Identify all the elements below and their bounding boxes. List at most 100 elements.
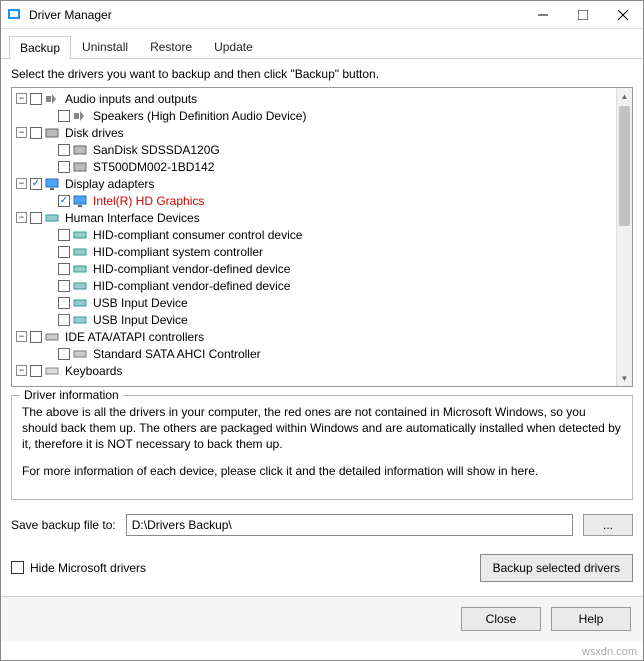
node-label: Disk drives <box>65 126 124 140</box>
node-label: USB Input Device <box>93 313 188 327</box>
tree-node-intel-hd[interactable]: Intel(R) HD Graphics <box>14 192 616 209</box>
node-label: IDE ATA/ATAPI controllers <box>65 330 204 344</box>
minimize-button[interactable] <box>523 1 563 29</box>
hid-icon <box>73 263 89 275</box>
node-label: Human Interface Devices <box>65 211 200 225</box>
browse-button[interactable]: ... <box>583 514 633 536</box>
checkbox[interactable] <box>58 348 70 360</box>
checkbox[interactable] <box>58 144 70 156</box>
hid-icon <box>73 280 89 292</box>
tree-node-speakers[interactable]: Speakers (High Definition Audio Device) <box>14 107 616 124</box>
checkbox-box[interactable] <box>11 561 24 574</box>
checkbox-checked[interactable] <box>58 195 70 207</box>
collapse-icon[interactable]: − <box>16 365 27 376</box>
help-button[interactable]: Help <box>551 607 631 631</box>
scroll-up-button[interactable]: ▲ <box>617 88 632 104</box>
save-to-row: Save backup file to: ... <box>11 514 633 536</box>
collapse-icon[interactable]: − <box>16 331 27 342</box>
tab-update[interactable]: Update <box>203 35 264 58</box>
scroll-down-button[interactable]: ▼ <box>617 370 632 386</box>
tree-node-hid-vendor1[interactable]: HID-compliant vendor-defined device <box>14 260 616 277</box>
hide-ms-drivers-checkbox[interactable]: Hide Microsoft drivers <box>11 561 146 575</box>
node-label: Audio inputs and outputs <box>65 92 197 106</box>
ide-icon <box>45 331 61 343</box>
collapse-icon[interactable]: − <box>16 178 27 189</box>
checkbox[interactable] <box>58 161 70 173</box>
checkbox[interactable] <box>30 212 42 224</box>
node-label: Intel(R) HD Graphics <box>93 194 204 208</box>
app-icon <box>7 7 23 23</box>
audio-icon <box>45 93 61 105</box>
speaker-icon <box>73 110 89 122</box>
tree-node-disk[interactable]: − Disk drives <box>14 124 616 141</box>
node-label: SanDisk SDSSDA120G <box>93 143 220 157</box>
display-icon <box>45 178 61 190</box>
checkbox[interactable] <box>58 246 70 258</box>
vertical-scrollbar[interactable]: ▲ ▼ <box>616 88 632 386</box>
info-title: Driver information <box>20 388 123 402</box>
disk-icon <box>73 161 89 173</box>
collapse-icon[interactable]: − <box>16 212 27 223</box>
hid-icon <box>73 246 89 258</box>
collapse-icon[interactable]: − <box>16 127 27 138</box>
tree-node-sandisk[interactable]: SanDisk SDSSDA120G <box>14 141 616 158</box>
tab-uninstall[interactable]: Uninstall <box>71 35 139 58</box>
checkbox[interactable] <box>58 280 70 292</box>
close-dialog-button[interactable]: Close <box>461 607 541 631</box>
info-paragraph: The above is all the drivers in your com… <box>22 404 622 453</box>
ide-icon <box>73 348 89 360</box>
collapse-icon[interactable]: − <box>16 93 27 104</box>
hid-icon <box>73 314 89 326</box>
watermark: wsxdn.com <box>582 646 637 658</box>
tree-node-st500[interactable]: ST500DM002-1BD142 <box>14 158 616 175</box>
save-path-input[interactable] <box>126 514 573 536</box>
tree-node-hid-system[interactable]: HID-compliant system controller <box>14 243 616 260</box>
tree-node-ide[interactable]: − IDE ATA/ATAPI controllers <box>14 328 616 345</box>
checkbox[interactable] <box>58 263 70 275</box>
checkbox[interactable] <box>30 365 42 377</box>
info-paragraph: For more information of each device, ple… <box>22 463 622 479</box>
tree-node-usb2[interactable]: USB Input Device <box>14 311 616 328</box>
checkbox[interactable] <box>58 297 70 309</box>
checkbox-label: Hide Microsoft drivers <box>30 561 146 575</box>
node-label: Speakers (High Definition Audio Device) <box>93 109 306 123</box>
tree-node-hid-consumer[interactable]: HID-compliant consumer control device <box>14 226 616 243</box>
hid-icon <box>45 212 61 224</box>
disk-icon <box>45 127 61 139</box>
tab-strip: Backup Uninstall Restore Update <box>1 29 643 59</box>
backup-selected-button[interactable]: Backup selected drivers <box>480 554 633 582</box>
node-label: Keyboards <box>65 364 122 378</box>
tree-node-audio[interactable]: − Audio inputs and outputs <box>14 90 616 107</box>
checkbox-checked[interactable] <box>30 178 42 190</box>
tree-node-hid[interactable]: − Human Interface Devices <box>14 209 616 226</box>
driver-information-group: Driver information The above is all the … <box>11 395 633 500</box>
close-button[interactable] <box>603 1 643 29</box>
checkbox[interactable] <box>58 229 70 241</box>
node-label: HID-compliant vendor-defined device <box>93 262 290 276</box>
keyboard-icon <box>45 365 61 377</box>
options-row: Hide Microsoft drivers Backup selected d… <box>11 554 633 582</box>
hid-icon <box>73 229 89 241</box>
node-label: USB Input Device <box>93 296 188 310</box>
tab-restore[interactable]: Restore <box>139 35 203 58</box>
checkbox[interactable] <box>58 314 70 326</box>
driver-manager-window: Driver Manager Backup Uninstall Restore … <box>0 0 644 661</box>
tree-node-keyboards[interactable]: − Keyboards <box>14 362 616 379</box>
node-label: ST500DM002-1BD142 <box>93 160 214 174</box>
tree-node-display[interactable]: − Display adapters <box>14 175 616 192</box>
checkbox[interactable] <box>30 127 42 139</box>
checkbox[interactable] <box>58 110 70 122</box>
scroll-thumb[interactable] <box>619 106 630 226</box>
tree-node-sata[interactable]: Standard SATA AHCI Controller <box>14 345 616 362</box>
checkbox[interactable] <box>30 331 42 343</box>
tree-body[interactable]: − Audio inputs and outputs Speakers (Hig… <box>12 88 616 386</box>
disk-icon <box>73 144 89 156</box>
tree-node-usb1[interactable]: USB Input Device <box>14 294 616 311</box>
tree-node-hid-vendor2[interactable]: HID-compliant vendor-defined device <box>14 277 616 294</box>
tab-backup[interactable]: Backup <box>9 36 71 59</box>
node-label: HID-compliant consumer control device <box>93 228 302 242</box>
maximize-button[interactable] <box>563 1 603 29</box>
dialog-footer: Close Help <box>1 596 643 641</box>
window-title: Driver Manager <box>29 8 523 22</box>
checkbox[interactable] <box>30 93 42 105</box>
